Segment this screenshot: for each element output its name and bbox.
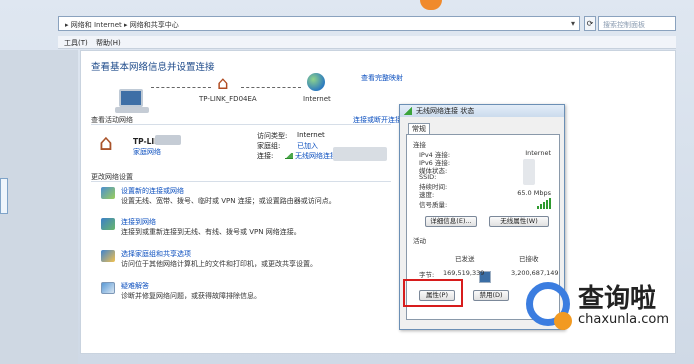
speed-value: 65.0 Mbps [517,189,551,197]
bytes-sent: 169,519,339 [443,269,485,277]
divider [91,181,391,182]
network-type-link[interactable]: 家庭网络 [133,147,161,157]
wifi-signal-icon [285,153,293,159]
signal-quality-label: 信号质量: [419,201,448,209]
chevron-down-icon[interactable]: ▾ [571,19,575,28]
map-router-label: TP-LINK_FD04EA [199,95,257,103]
watermark-url: chaxunla.com [578,312,669,327]
search-input[interactable]: 搜索控制面板 [598,16,676,31]
homegroup-label: 家庭组: [257,142,281,150]
received-label: 已接收 [519,255,539,263]
watermark: 查询啦 chaxunla.com [520,272,694,364]
details-button[interactable]: 详细信息(E)... [425,216,477,227]
troubleshoot-icon [101,282,115,294]
wireless-connection-link[interactable]: 无线网络连接 [285,151,337,161]
router-house-icon: ⌂ [217,73,229,94]
menu-help[interactable]: 帮助(H) [96,38,121,48]
wifi-signal-icon [404,107,412,115]
refresh-icon[interactable]: ⟳ [584,16,596,31]
speed-label: 速度: [419,191,435,199]
left-side-button[interactable] [0,178,8,214]
map-internet-label: Internet [303,95,331,103]
page-title: 查看基本网络信息并设置连接 [91,62,215,73]
watermark-title: 查询啦 [578,284,657,314]
task-homegroup-link[interactable]: 选择家庭组和共享选项 [121,249,191,259]
activity-section-title: 活动 [413,237,426,245]
ssid-label: SSID: [419,173,437,181]
dialog-title: 无线网络连接 状态 [416,107,475,115]
connection-line [151,87,211,88]
computer-icon [119,89,143,107]
tab-general[interactable]: 常规 [408,123,430,134]
access-type-label: 访问类型: [257,132,288,140]
sent-label: 已发送 [455,255,475,263]
task-setup-connection-desc: 设置无线、宽带、拨号、临时或 VPN 连接；或设置路由器或访问点。 [121,197,336,205]
task-troubleshoot-link[interactable]: 疑难解答 [121,281,149,291]
home-network-icon: ⌂ [99,131,113,156]
connection-section-title: 连接 [413,141,426,149]
task-setup-connection-link[interactable]: 设置新的连接或网络 [121,186,184,196]
access-type-value: Internet [297,131,325,139]
left-desktop-strip [0,50,78,364]
full-map-link[interactable]: 查看完整映射 [361,73,403,83]
watermark-dot-icon [554,312,572,330]
address-bar[interactable]: ▸ 网络和 Internet ▸ 网络和共享中心 ▾ [58,16,580,31]
connection-line [241,87,301,88]
connection-value: 无线网络连接 [295,152,337,160]
address-path: ▸ 网络和 Internet ▸ 网络和共享中心 [65,21,179,29]
disable-button[interactable]: 禁用(D) [473,290,509,301]
homegroup-link[interactable]: 已加入 [297,141,318,151]
task-connect-network-desc: 连接到或重新连接到无线、有线、拨号或 VPN 网络连接。 [121,228,301,236]
task-homegroup-desc: 访问位于其他网络计算机上的文件和打印机，或更改共享设置。 [121,260,317,268]
task-troubleshoot-desc: 诊断并修复网络问题，或获得故障排除信息。 [121,292,261,300]
blurred-values [523,159,535,185]
task-connect-network-link[interactable]: 连接到网络 [121,217,156,227]
ipv4-value: Internet [525,149,551,157]
internet-globe-icon [307,73,325,91]
blurred-network-name [155,135,181,145]
wireless-properties-button[interactable]: 无线属性(W) [489,216,549,227]
new-connection-icon [101,187,115,199]
divider [91,124,391,125]
connect-network-icon [101,218,115,230]
dialog-title-bar[interactable]: 无线网络连接 状态 [400,105,564,117]
menu-tools[interactable]: 工具(T) [64,38,88,48]
bytes-label: 字节: [419,271,435,279]
connection-label: 连接: [257,152,274,160]
blurred-area [333,147,387,161]
signal-strength-icon [537,198,553,209]
blurred-computer-name [115,107,149,113]
search-placeholder: 搜索控制面板 [603,21,645,29]
highlight-box [403,279,463,307]
homegroup-icon [101,250,115,262]
menu-bar: 工具(T) 帮助(H) [58,36,676,49]
